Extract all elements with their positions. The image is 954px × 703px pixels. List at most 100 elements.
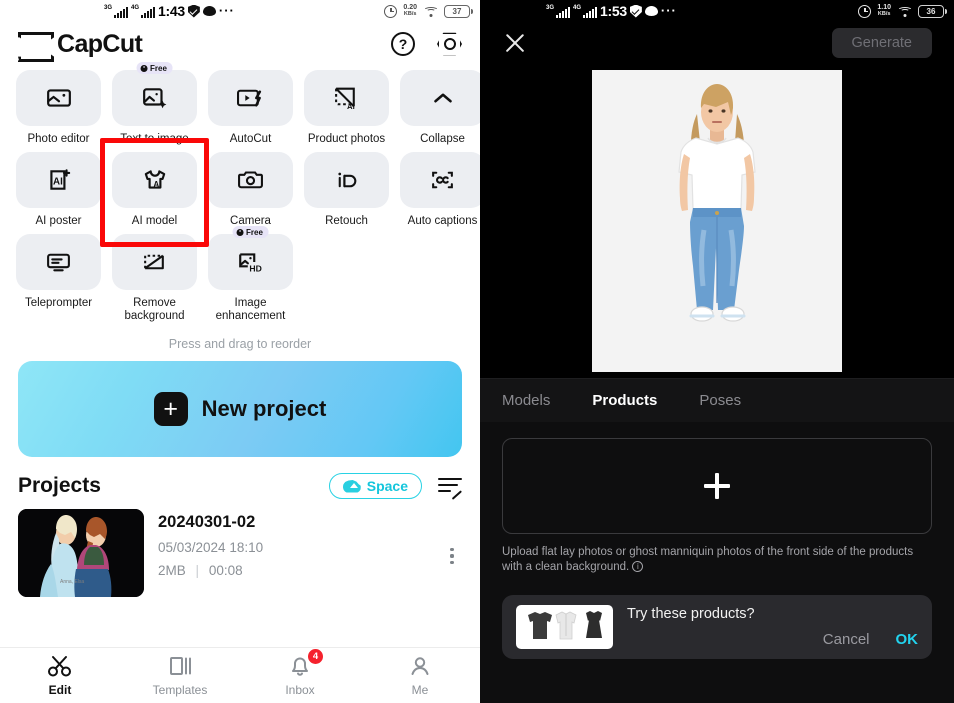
suggestion-card: Try these products? Cancel OK bbox=[502, 595, 932, 659]
tool-text-to-image[interactable]: Free Text to image bbox=[112, 62, 197, 146]
more-dots-icon: ··· bbox=[218, 3, 235, 18]
battery-icon: 37 bbox=[444, 4, 473, 18]
inbox-badge-count: 4 bbox=[307, 648, 324, 665]
tool-label: Remove background bbox=[124, 297, 185, 322]
svg-text:Anna, Elsa: Anna, Elsa bbox=[60, 579, 84, 585]
more-dots-icon: ··· bbox=[660, 3, 677, 18]
network-speed-value: 1.10 bbox=[877, 3, 891, 11]
project-separator: | bbox=[195, 563, 200, 578]
tab-poses[interactable]: Poses bbox=[699, 392, 741, 409]
tool-product-photos[interactable]: AI Product photos bbox=[304, 70, 389, 146]
model-preview-image[interactable] bbox=[592, 70, 842, 372]
space-label: Space bbox=[366, 478, 408, 494]
tool-label: Collapse bbox=[420, 133, 465, 145]
tool-ai-poster[interactable]: AI AI poster bbox=[16, 152, 101, 228]
cancel-button[interactable]: Cancel bbox=[823, 631, 870, 648]
free-badge-label: Free bbox=[246, 227, 263, 237]
tool-remove-background[interactable]: Remove background bbox=[112, 234, 197, 323]
shield-icon bbox=[629, 4, 642, 18]
tools-grid: Photo editor Free Text to image AutoCut … bbox=[0, 62, 480, 323]
tool-auto-captions[interactable]: Auto captions bbox=[400, 152, 480, 228]
left-phone-capcut-home: 3G 4G 1:43 ··· 0.20 KB/s 37 CapCut ? Pho… bbox=[0, 0, 480, 703]
list-edit-icon[interactable] bbox=[438, 477, 463, 500]
gear-icon[interactable] bbox=[437, 32, 462, 57]
network-type-2: 4G bbox=[573, 4, 582, 11]
editor-top-bar: Generate bbox=[480, 22, 954, 64]
model-preview-area bbox=[480, 64, 954, 378]
tool-label: Product photos bbox=[307, 133, 386, 145]
ai-model-icon: AI bbox=[144, 170, 165, 189]
chevron-up-icon bbox=[433, 93, 452, 103]
dual-phone-screenshot: 3G 4G 1:43 ··· 0.20 KB/s 37 CapCut ? Pho… bbox=[0, 0, 954, 703]
alarm-icon bbox=[384, 4, 398, 18]
plus-icon bbox=[704, 473, 730, 499]
project-date: 05/03/2024 18:10 bbox=[158, 540, 264, 555]
plus-icon: + bbox=[153, 392, 188, 426]
project-name: 20240301-02 bbox=[158, 513, 256, 531]
new-project-label: New project bbox=[201, 396, 327, 421]
retouch-icon bbox=[338, 172, 357, 188]
question-circle-icon[interactable]: ? bbox=[391, 32, 415, 56]
camera-icon bbox=[238, 171, 263, 189]
tab-inbox[interactable]: 4 Inbox bbox=[240, 648, 360, 697]
tab-products[interactable]: Products bbox=[592, 392, 657, 409]
new-project-button[interactable]: + New project bbox=[18, 361, 462, 457]
network-speed-value: 0.20 bbox=[403, 3, 417, 11]
ai-poster-icon: AI bbox=[49, 169, 70, 190]
suggested-products-thumbnail[interactable] bbox=[516, 605, 613, 649]
tab-edit[interactable]: Edit bbox=[0, 654, 120, 697]
capcut-logo-icon bbox=[18, 32, 48, 56]
projects-title: Projects bbox=[18, 474, 101, 497]
upload-hint-text: Upload flat lay photos or ghost manniqui… bbox=[502, 546, 914, 573]
tool-collapse[interactable]: Collapse bbox=[400, 70, 480, 146]
tool-label: Image enhancement bbox=[215, 297, 286, 322]
chat-bubble-icon bbox=[644, 6, 658, 16]
person-icon bbox=[411, 657, 429, 675]
tool-teleprompter[interactable]: Teleprompter bbox=[16, 234, 101, 323]
tool-photo-editor[interactable]: Photo editor bbox=[16, 70, 101, 146]
product-photos-icon: AI bbox=[335, 87, 355, 111]
project-duration: 00:08 bbox=[208, 563, 243, 578]
tool-label: Teleprompter bbox=[24, 297, 93, 309]
app-title: CapCut bbox=[57, 29, 143, 58]
image-enhancement-icon: HD bbox=[238, 253, 261, 274]
generate-button[interactable]: Generate bbox=[831, 28, 932, 58]
garment-thumbnails bbox=[527, 611, 602, 640]
network-speed-unit: KB/s bbox=[877, 11, 891, 17]
auto-captions-icon bbox=[432, 171, 453, 189]
tab-label: Templates bbox=[152, 683, 208, 697]
scissors-icon bbox=[48, 656, 71, 677]
tool-label: AI poster bbox=[35, 215, 82, 227]
chat-bubble-icon bbox=[202, 6, 216, 16]
space-button[interactable]: Space bbox=[328, 473, 422, 499]
clock-icon bbox=[236, 228, 244, 236]
tool-label: Auto captions bbox=[407, 215, 478, 227]
projects-header: Projects Space bbox=[0, 457, 480, 507]
tab-models[interactable]: Models bbox=[502, 392, 550, 409]
project-size-duration: 2MB | 00:08 bbox=[158, 563, 428, 578]
tool-autocut[interactable]: AutoCut bbox=[208, 70, 293, 146]
alarm-icon bbox=[858, 4, 872, 18]
wifi-icon bbox=[897, 6, 912, 17]
products-panel: Upload flat lay photos or ghost manniqui… bbox=[480, 422, 954, 703]
network-type-2: 4G bbox=[131, 4, 140, 11]
upload-dropzone[interactable] bbox=[502, 438, 932, 534]
info-icon[interactable]: i bbox=[632, 561, 644, 572]
project-list-item[interactable]: Anna, Elsa 20240301-02 05/03/2024 18:10 … bbox=[0, 507, 480, 597]
tab-me[interactable]: Me bbox=[360, 654, 480, 697]
tool-ai-model[interactable]: AI AI model bbox=[100, 138, 209, 247]
female-model-illustration bbox=[592, 70, 842, 372]
project-more-options-icon[interactable] bbox=[442, 542, 462, 564]
network-type-1: 3G bbox=[546, 4, 555, 11]
free-badge: Free bbox=[136, 62, 173, 74]
ok-button[interactable]: OK bbox=[896, 631, 919, 648]
tab-templates[interactable]: Templates bbox=[120, 654, 240, 697]
close-icon[interactable] bbox=[502, 30, 528, 56]
project-thumbnail: Anna, Elsa bbox=[18, 509, 144, 597]
tool-camera[interactable]: Camera bbox=[208, 152, 293, 228]
tool-retouch[interactable]: Retouch bbox=[304, 152, 389, 228]
photo-editor-icon bbox=[46, 89, 71, 107]
tool-image-enhancement[interactable]: Free HD Image enhancement bbox=[208, 226, 293, 323]
capcut-logo: CapCut bbox=[18, 29, 143, 59]
svg-text:AI: AI bbox=[153, 180, 161, 189]
